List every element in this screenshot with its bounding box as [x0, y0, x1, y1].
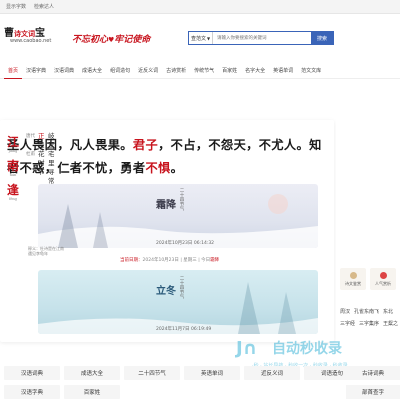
pill-popular[interactable]: 人气赏析: [370, 268, 396, 290]
logo-url: www.caobao.net: [10, 38, 52, 44]
grid-item[interactable]: 汉语词典: [4, 366, 60, 380]
grid-side-item[interactable]: 部首查字: [346, 385, 400, 399]
poem-author: 唐代 · 杜甫: [26, 134, 35, 157]
chevron-down-icon: ▼: [206, 35, 211, 41]
nav-item-chengyu[interactable]: 成语大全: [78, 63, 106, 79]
fire-icon: [379, 271, 387, 279]
search-input[interactable]: [213, 32, 311, 44]
watermark-text: 自动秒收录: [272, 341, 342, 357]
banner-title: 立冬: [156, 286, 176, 297]
search-button[interactable]: 搜索: [311, 32, 333, 44]
banner-time: 2024年10月23日 06:14:32: [156, 241, 215, 246]
grid-item[interactable]: 百家姓: [64, 385, 120, 399]
nav-item-fanwen[interactable]: 范文文库: [297, 63, 325, 79]
nav-item-zidian[interactable]: 汉语字典: [22, 63, 50, 79]
nav-item-mingzi[interactable]: 名字大全: [241, 63, 269, 79]
grid-item[interactable]: 二十四节气: [124, 366, 180, 380]
tag-link[interactable]: 周汉: [340, 306, 350, 318]
top-bar: 显示字数 检索达人: [0, 0, 400, 14]
grid-item[interactable]: 成语大全: [64, 366, 120, 380]
tag-link[interactable]: 三字经: [340, 318, 355, 330]
main-nav: 首页 汉语字典 汉语词典 成语大全 组词造句 近反义词 古诗赏析 传统节气 百家…: [0, 63, 400, 79]
search-bar: 查范文▼ 搜索: [188, 31, 334, 45]
nav-item-yingyu[interactable]: 英语单词: [269, 63, 297, 79]
poem-actions: 诗文鉴赏 人气赏析: [340, 268, 396, 290]
grid-item[interactable]: 近反义词: [244, 366, 300, 380]
tag-link[interactable]: 三字集序: [359, 318, 379, 330]
solar-term-banner-1[interactable]: 霜降 二十四节气 2024年10月23日 06:14:32: [38, 184, 318, 248]
nav-item-home[interactable]: 首页: [4, 63, 23, 79]
banner-subtitle: 二十四节气: [179, 276, 184, 299]
grid-item[interactable]: 汉语字典: [4, 385, 60, 399]
banner-subtitle: 二十四节气: [179, 188, 184, 211]
poem-title[interactable]: 江 jiāng 南 nán 逢 féng: [6, 136, 20, 208]
nav-item-baijiaxing[interactable]: 百家姓: [218, 63, 241, 79]
topbar-link-2[interactable]: 检索达人: [34, 3, 54, 10]
watermark-logo: J∩: [236, 338, 258, 359]
logo-text: 曹诗文词宝: [4, 28, 45, 39]
poem-tags: 周汉 孔雀东南飞 东北 三字经 三字集序 王粲之: [340, 306, 400, 330]
search-type-select[interactable]: 查范文 ▼: [189, 32, 213, 44]
nav-item-cidian[interactable]: 汉语词典: [50, 63, 78, 79]
tag-link[interactable]: 王粲之: [383, 318, 398, 330]
grid-side-item[interactable]: 古诗词典: [346, 366, 400, 380]
tag-link[interactable]: 孔雀东南飞: [354, 306, 379, 318]
slogan: 不忘初心♥牢记使命: [72, 35, 151, 45]
nav-item-zuci[interactable]: 组词造句: [106, 63, 134, 79]
banner-time: 2024年11月7日 06:19:49: [156, 327, 212, 332]
nav-item-jinfanyi[interactable]: 近反义词: [134, 63, 162, 79]
site-logo[interactable]: 曹诗文词宝 www.caobao.net: [4, 24, 62, 48]
poem-line-1: 正是花时节: [38, 132, 45, 176]
topbar-link-1[interactable]: 显示字数: [6, 3, 26, 10]
grid-item[interactable]: 英语单词: [184, 366, 240, 380]
pill-appreciation[interactable]: 诗文鉴赏: [340, 268, 366, 290]
banner-title: 霜降: [156, 200, 176, 211]
poem-translation: 释义：杜诗是在江南遇见李龟年: [28, 246, 64, 256]
current-date: 当前日期：2024年10月23日 | 星期三 | 今日霜降: [120, 258, 220, 263]
tag-link[interactable]: 东北: [383, 306, 393, 318]
poem-line-2: 岐王宅里寻常: [48, 132, 55, 185]
category-grid: 汉语词典 成语大全 二十四节气 英语单词 近反义词 词语造句 汉语字典 百家姓: [4, 366, 400, 399]
solar-term-banner-2[interactable]: 立冬 二十四节气 2024年11月7日 06:19:49: [38, 270, 318, 334]
nav-item-jieqi[interactable]: 传统节气: [190, 63, 218, 79]
book-icon: [349, 271, 357, 279]
nav-item-gushi[interactable]: 古诗赏析: [162, 63, 190, 79]
